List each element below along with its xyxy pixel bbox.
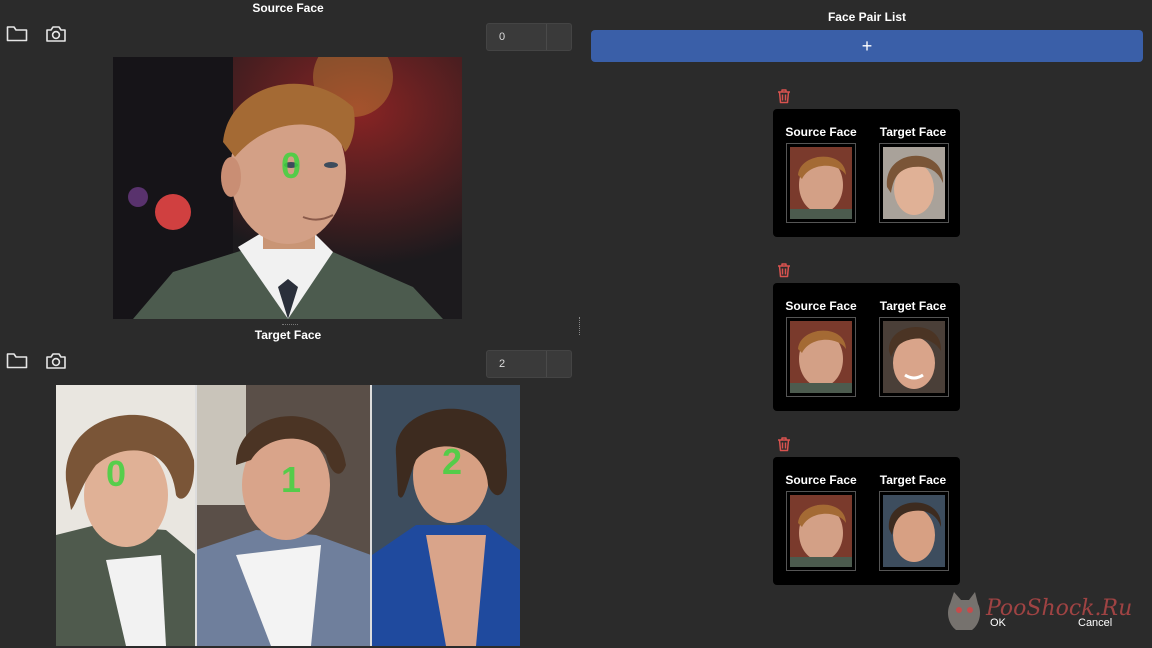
delete-pair-3-icon[interactable]	[776, 436, 792, 452]
source-open-folder-button[interactable]	[5, 22, 29, 46]
target-face-index-value[interactable]: 2	[487, 351, 546, 377]
pair-1-source-label: Source Face	[785, 125, 857, 139]
pair-2-source-label: Source Face	[785, 299, 857, 313]
target-face-title: Target Face	[254, 328, 322, 342]
pair-1-target-label: Target Face	[879, 125, 947, 139]
target-face-number-label-0: 0	[106, 453, 127, 494]
pair-3-source-thumb	[786, 491, 856, 571]
camera-icon	[46, 353, 66, 369]
camera-icon	[46, 26, 66, 42]
pair-1-source-thumb	[786, 143, 856, 223]
source-spin-arrows[interactable]	[546, 24, 571, 50]
target-open-folder-button[interactable]	[5, 349, 29, 373]
add-face-pair-button[interactable]: +	[591, 30, 1143, 62]
target-camera-button[interactable]	[44, 349, 68, 373]
folder-icon	[6, 26, 28, 42]
target-face-image: 0 1 2	[56, 385, 520, 646]
delete-pair-2-icon[interactable]	[776, 262, 792, 278]
cancel-button[interactable]: Cancel	[1078, 617, 1112, 629]
pair-3-target-label: Target Face	[879, 473, 947, 487]
horizontal-splitter-handle[interactable]	[579, 317, 582, 335]
face-pair-card-1: Source Face Target Face	[773, 109, 960, 237]
delete-pair-1-icon[interactable]	[776, 88, 792, 104]
pair-2-source-thumb	[786, 317, 856, 397]
pair-2-target-label: Target Face	[879, 299, 947, 313]
target-face-number-label-2: 2	[442, 441, 463, 482]
vertical-splitter-handle[interactable]	[282, 324, 298, 327]
source-face-index-spinbox[interactable]: 0	[486, 23, 572, 51]
source-face-index-value[interactable]: 0	[487, 24, 546, 50]
target-spin-arrows[interactable]	[546, 351, 571, 377]
face-pair-list-title: Face Pair List	[827, 10, 907, 24]
target-face-number-label-1: 1	[281, 459, 302, 500]
pair-3-source-label: Source Face	[785, 473, 857, 487]
source-camera-button[interactable]	[44, 22, 68, 46]
pair-3-target-thumb	[879, 491, 949, 571]
pair-2-target-thumb	[879, 317, 949, 397]
pair-1-target-thumb	[879, 143, 949, 223]
source-face-number-label: 0	[281, 145, 302, 186]
cat-icon	[948, 592, 980, 630]
watermark-logo: PooShock.Ru	[944, 590, 1144, 636]
ok-button[interactable]: OK	[990, 617, 1006, 629]
face-pair-card-3: Source Face Target Face	[773, 457, 960, 585]
source-face-image: 0	[113, 57, 462, 319]
folder-icon	[6, 353, 28, 369]
face-pair-card-2: Source Face Target Face	[773, 283, 960, 411]
target-face-index-spinbox[interactable]: 2	[486, 350, 572, 378]
source-face-title: Source Face	[252, 1, 324, 15]
